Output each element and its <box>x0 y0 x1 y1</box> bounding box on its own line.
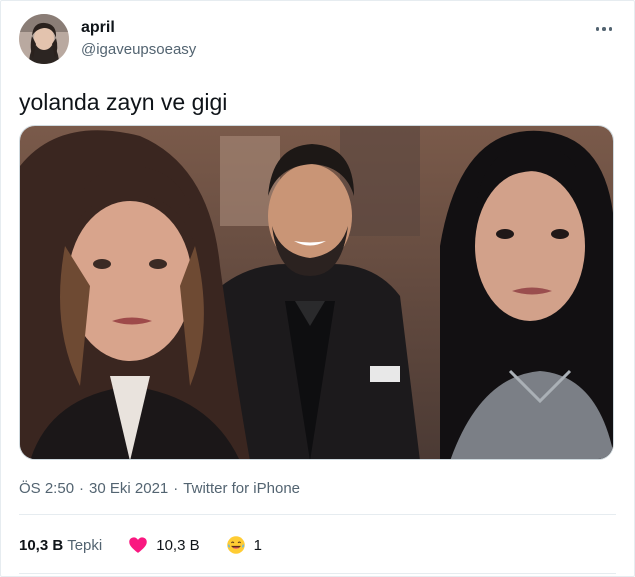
tweet-text: yolanda zayn ve gigi <box>19 89 228 115</box>
more-dots-icon[interactable] <box>589 17 619 41</box>
tweet-date[interactable]: 30 Eki 2021 <box>89 479 168 499</box>
laugh-count: 1 <box>253 536 262 554</box>
photo-collage-image <box>20 126 613 459</box>
tweet-client[interactable]: Twitter for iPhone <box>183 479 300 499</box>
avatar-image <box>19 14 69 64</box>
user-handle[interactable]: @igaveupsoeasy <box>81 40 196 60</box>
laugh-emoji-icon <box>226 536 245 554</box>
retweet-label: Tepki <box>67 536 103 554</box>
tweet-card: april @igaveupsoeasy yolanda zayn ve gig… <box>0 0 635 577</box>
like-count: 10,3 B <box>156 536 200 554</box>
retweets-stat[interactable]: 10,3 B Tepki <box>19 537 102 554</box>
tweet-time[interactable]: ÖS 2:50 <box>19 479 74 499</box>
user-avatar[interactable] <box>19 14 69 64</box>
laugh-stat[interactable]: 1 <box>226 535 262 555</box>
meta-separator: · <box>79 480 85 497</box>
tweet-photo[interactable] <box>19 125 614 460</box>
heart-icon <box>129 537 147 553</box>
user-display-name[interactable]: april <box>81 18 115 38</box>
tweet-stats: 10,3 B Tepki 10,3 B 1 <box>19 533 262 557</box>
meta-separator: · <box>173 480 179 497</box>
tweet-meta: ÖS 2:50 · 30 Eki 2021 · Twitter for iPho… <box>19 479 300 499</box>
retweet-count: 10,3 B <box>19 536 64 554</box>
divider <box>19 514 616 515</box>
divider <box>19 573 616 574</box>
likes-stat[interactable]: 10,3 B <box>128 535 200 555</box>
